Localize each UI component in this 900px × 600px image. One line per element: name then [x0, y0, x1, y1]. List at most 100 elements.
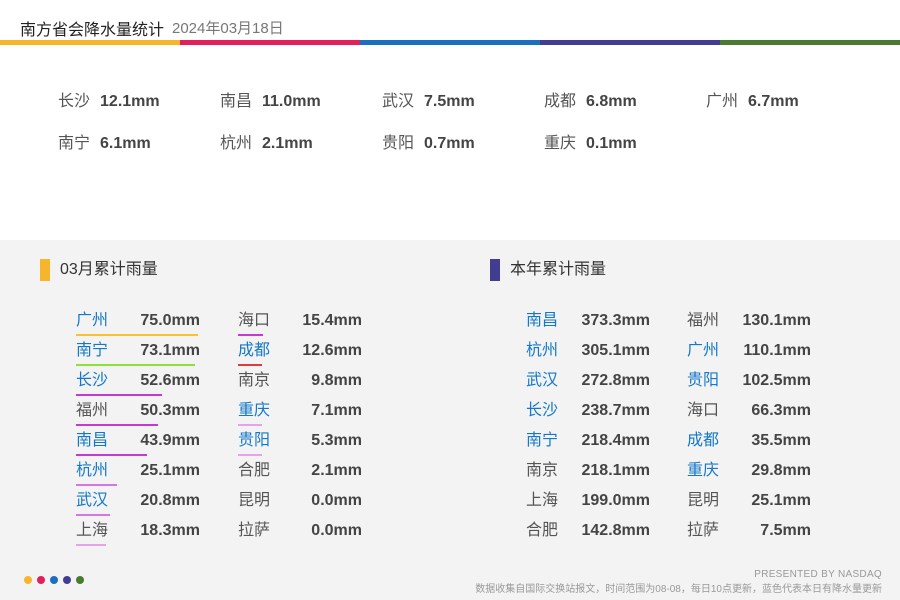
- rainfall-bar: [238, 424, 262, 426]
- monthly-title-text: 03月累计雨量: [60, 261, 158, 278]
- rainfall-value: 130.1mm: [742, 312, 812, 329]
- city-name: 成都: [238, 342, 271, 359]
- rainfall-value: 218.4mm: [581, 432, 651, 449]
- rainfall-value: 305.1mm: [581, 342, 651, 359]
- city-name: 拉萨: [687, 522, 720, 539]
- table-row: 上海 199.0mm: [526, 490, 650, 512]
- city-name: 长沙: [58, 93, 91, 110]
- rainfall-value: 50.3mm: [140, 402, 200, 419]
- city-name: 杭州: [526, 342, 559, 359]
- table-row: 南昌 43.9mm: [76, 430, 200, 456]
- city-name: 杭州: [220, 135, 253, 152]
- city-name: 上海: [76, 522, 109, 539]
- rainfall-value: 7.1mm: [311, 402, 362, 419]
- rainfall-value: 25.1mm: [751, 492, 811, 509]
- dot-icon: [63, 576, 71, 584]
- monthly-accent-bar: [40, 259, 50, 281]
- city-name: 南京: [526, 462, 559, 479]
- city-name: 重庆: [544, 135, 577, 152]
- rainfall-bar: [238, 454, 262, 456]
- rainfall-value: 29.8mm: [751, 462, 811, 479]
- city-name: 武汉: [526, 372, 559, 389]
- table-row: 长沙 238.7mm: [526, 400, 650, 422]
- table-row: 南宁 73.1mm: [76, 340, 200, 366]
- table-row: 广州 75.0mm: [76, 310, 200, 336]
- city-name: 海口: [238, 312, 271, 329]
- rainfall-value: 20.8mm: [140, 492, 200, 509]
- rainfall-bar: [76, 454, 147, 456]
- rainfall-value: 6.7mm: [748, 93, 799, 110]
- rainfall-value: 102.5mm: [742, 372, 812, 389]
- rainfall-value: 18.3mm: [140, 522, 200, 539]
- city-name: 昆明: [238, 492, 271, 509]
- dot-icon: [37, 576, 45, 584]
- header: 南方省会降水量统计 2024年03月18日: [0, 0, 900, 40]
- today-cell: 广州 6.7mm: [706, 87, 799, 110]
- city-name: 合肥: [526, 522, 559, 539]
- city-name: 武汉: [382, 93, 415, 110]
- city-name: 成都: [544, 93, 577, 110]
- city-name: 重庆: [687, 462, 720, 479]
- city-name: 贵阳: [238, 432, 271, 449]
- table-row: 昆明 25.1mm: [687, 490, 811, 512]
- rainfall-value: 12.6mm: [302, 342, 362, 359]
- rainfall-value: 6.8mm: [586, 93, 637, 110]
- rainfall-value: 35.5mm: [751, 432, 811, 449]
- city-name: 杭州: [76, 462, 109, 479]
- dot-icon: [76, 576, 84, 584]
- city-name: 上海: [526, 492, 559, 509]
- table-row: 成都 35.5mm: [687, 430, 811, 452]
- today-cell: 贵阳 0.7mm: [382, 129, 475, 152]
- today-cell: 南昌 11.0mm: [220, 87, 321, 110]
- rainfall-value: 73.1mm: [140, 342, 200, 359]
- rainfall-bar: [238, 364, 262, 366]
- city-name: 南昌: [220, 93, 253, 110]
- table-row: 拉萨 7.5mm: [687, 520, 811, 542]
- rainfall-bar: [76, 334, 198, 336]
- rainfall-value: 238.7mm: [581, 402, 651, 419]
- table-row: 南京 218.1mm: [526, 460, 650, 482]
- city-name: 广州: [76, 312, 109, 329]
- rainfall-bar: [76, 394, 162, 396]
- rainfall-value: 199.0mm: [581, 492, 651, 509]
- table-row: 南京 9.8mm: [238, 370, 362, 392]
- dot-icon: [24, 576, 32, 584]
- table-row: 武汉 272.8mm: [526, 370, 650, 392]
- presented-by: PRESENTED BY NASDAQ: [754, 569, 882, 580]
- today-cell: 杭州 2.1mm: [220, 129, 313, 152]
- city-name: 南昌: [76, 432, 109, 449]
- table-row: 合肥 2.1mm: [238, 460, 362, 482]
- table-row: 贵阳 5.3mm: [238, 430, 362, 456]
- table-row: 杭州 25.1mm: [76, 460, 200, 486]
- rainfall-value: 142.8mm: [581, 522, 651, 539]
- page-title: 南方省会降水量统计: [20, 22, 165, 39]
- city-name: 拉萨: [238, 522, 271, 539]
- rainfall-value: 0.0mm: [311, 522, 362, 539]
- city-name: 成都: [687, 432, 720, 449]
- rainfall-value: 7.5mm: [760, 522, 811, 539]
- table-row: 南宁 218.4mm: [526, 430, 650, 452]
- rainfall-value: 110.1mm: [743, 342, 811, 359]
- city-name: 南昌: [526, 312, 559, 329]
- rainfall-value: 0.7mm: [424, 135, 475, 152]
- rainfall-value: 0.1mm: [586, 135, 637, 152]
- today-cell: 成都 6.8mm: [544, 87, 637, 110]
- rainfall-value: 373.3mm: [581, 312, 651, 329]
- city-name: 合肥: [238, 462, 271, 479]
- rainfall-value: 7.5mm: [424, 93, 475, 110]
- table-row: 海口 66.3mm: [687, 400, 811, 422]
- cumulative-panel: 03月累计雨量 本年累计雨量 广州 75.0mm 南宁 73.1mm 长沙 52.6mm 福…: [0, 240, 900, 600]
- today-cell: 武汉 7.5mm: [382, 87, 475, 110]
- table-row: 武汉 20.8mm: [76, 490, 200, 516]
- city-name: 广州: [706, 93, 739, 110]
- table-row: 重庆 29.8mm: [687, 460, 811, 482]
- rainfall-bar: [76, 514, 110, 516]
- rainfall-value: 2.1mm: [262, 135, 313, 152]
- rainfall-bar: [76, 364, 195, 366]
- rainfall-value: 272.8mm: [581, 372, 651, 389]
- yearly-accent-bar: [490, 259, 500, 281]
- rainfall-value: 0.0mm: [311, 492, 362, 509]
- table-row: 福州 50.3mm: [76, 400, 200, 426]
- table-row: 重庆 7.1mm: [238, 400, 362, 426]
- rainfall-value: 11.0mm: [262, 93, 321, 110]
